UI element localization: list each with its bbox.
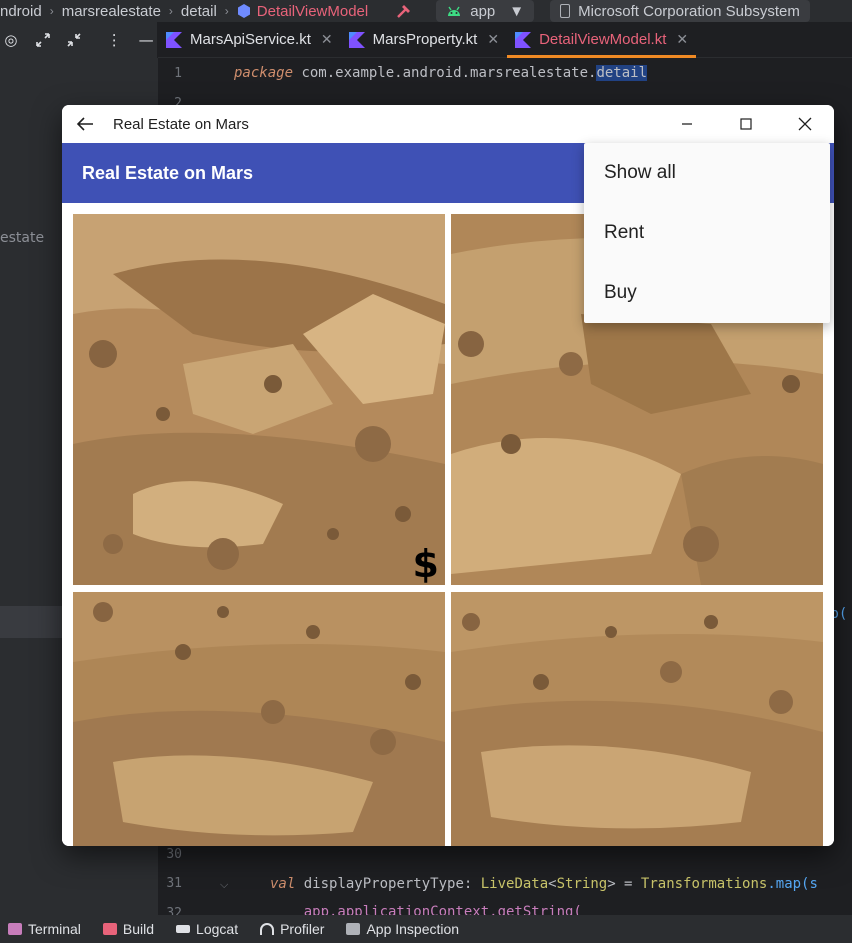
profiler-tool-tab[interactable]: Profiler bbox=[260, 921, 324, 937]
minimize-icon bbox=[681, 123, 692, 125]
maximize-button[interactable] bbox=[716, 105, 775, 143]
mars-terrain-image bbox=[73, 214, 445, 585]
menu-item-show-all[interactable]: Show all bbox=[584, 143, 830, 203]
kotlin-file-icon bbox=[515, 31, 532, 48]
property-tile[interactable] bbox=[451, 592, 823, 846]
back-arrow-icon[interactable] bbox=[62, 105, 108, 143]
tool-label: Build bbox=[122, 921, 155, 937]
device-selector[interactable]: Microsoft Corporation Subsystem bbox=[550, 0, 810, 22]
logcat-icon bbox=[176, 925, 191, 933]
tab-marsapiservice[interactable]: MarsApiService.kt ✕ bbox=[158, 22, 341, 58]
terminal-tool-tab[interactable]: Terminal bbox=[8, 921, 81, 937]
device-icon bbox=[560, 4, 571, 18]
minimize-panel-icon[interactable]: — bbox=[135, 29, 157, 51]
close-icon[interactable]: ✕ bbox=[676, 31, 688, 48]
collapse-icon[interactable] bbox=[64, 29, 86, 51]
tab-detailviewmodel[interactable]: DetailViewModel.kt ✕ bbox=[507, 21, 697, 58]
breadcrumb-marsrealestate[interactable]: marsrealestate bbox=[62, 3, 161, 20]
close-icon bbox=[798, 117, 811, 131]
mars-terrain-image bbox=[451, 592, 823, 846]
tool-label: App Inspection bbox=[366, 921, 460, 937]
tool-label: Profiler bbox=[280, 921, 325, 937]
terminal-icon bbox=[8, 923, 22, 935]
build-tool-tab[interactable]: Build bbox=[102, 921, 155, 937]
run-config-dropdown[interactable]: app ▼ bbox=[436, 0, 535, 22]
code-line-31: val displayPropertyType: LiveData<String… bbox=[270, 876, 818, 892]
window-controls bbox=[657, 105, 834, 143]
kotlin-file-icon bbox=[348, 31, 365, 48]
code-line-1: package com.example.android.marsrealesta… bbox=[234, 65, 648, 81]
ide-breadcrumb-bar: ndroid › marsrealestate › detail › Detai… bbox=[0, 0, 852, 22]
breadcrumb-label: DetailViewModel bbox=[256, 2, 369, 20]
android-icon bbox=[448, 6, 461, 16]
editor-tab-bar: ◎ ⋮ — MarsApiService.kt ✕ MarsProperty.k… bbox=[0, 21, 852, 58]
close-icon[interactable]: ✕ bbox=[487, 31, 499, 48]
property-tile[interactable] bbox=[73, 592, 445, 846]
kotlin-file-icon bbox=[166, 31, 182, 48]
breadcrumb-separator: › bbox=[49, 4, 54, 18]
build-hammer-icon[interactable] bbox=[394, 1, 414, 21]
build-icon bbox=[102, 923, 117, 935]
minimize-button[interactable] bbox=[657, 105, 716, 143]
chevron-down-icon: ▼ bbox=[509, 2, 525, 20]
mars-terrain-image bbox=[73, 592, 445, 846]
line-number: 1 bbox=[174, 66, 182, 81]
dollar-sign-icon: $ bbox=[412, 542, 439, 585]
property-tile[interactable]: $ bbox=[73, 214, 445, 585]
tool-label: Terminal bbox=[28, 921, 81, 937]
tab-marsproperty[interactable]: MarsProperty.kt ✕ bbox=[341, 22, 507, 58]
more-options-icon[interactable]: ⋮ bbox=[103, 29, 125, 51]
run-config-label: app bbox=[470, 2, 496, 20]
device-label: Microsoft Corporation Subsystem bbox=[578, 2, 800, 20]
emulator-window: Real Estate on Mars Real Estate on Mars bbox=[62, 105, 834, 846]
tab-label: MarsProperty.kt bbox=[372, 31, 478, 48]
app-inspection-icon bbox=[346, 923, 361, 935]
project-tool-strip: ◎ ⋮ — bbox=[0, 21, 158, 58]
maximize-icon bbox=[739, 118, 752, 130]
target-icon[interactable]: ◎ bbox=[0, 29, 22, 51]
line-number: 31 bbox=[166, 876, 182, 891]
line-number: 30 bbox=[166, 847, 182, 862]
kotlin-class-icon bbox=[237, 4, 250, 18]
menu-item-buy[interactable]: Buy bbox=[584, 263, 830, 323]
emulator-titlebar: Real Estate on Mars bbox=[62, 105, 834, 143]
logcat-tool-tab[interactable]: Logcat bbox=[176, 921, 238, 937]
menu-item-rent[interactable]: Rent bbox=[584, 203, 830, 263]
close-button[interactable] bbox=[775, 105, 834, 143]
app-bar-title: Real Estate on Mars bbox=[82, 163, 254, 183]
close-icon[interactable]: ✕ bbox=[321, 31, 333, 48]
filter-overflow-menu: Show all Rent Buy bbox=[584, 143, 830, 323]
breadcrumb-separator: › bbox=[168, 4, 173, 18]
tool-label: Logcat bbox=[196, 921, 239, 937]
profiler-icon bbox=[260, 923, 275, 935]
breadcrumb-detail[interactable]: detail bbox=[181, 3, 217, 20]
breadcrumb-separator: › bbox=[224, 4, 229, 18]
breadcrumb-android[interactable]: ndroid bbox=[0, 3, 42, 20]
app-inspection-tool-tab[interactable]: App Inspection bbox=[346, 921, 459, 937]
tab-label: DetailViewModel.kt bbox=[539, 31, 667, 48]
project-tree-item[interactable]: estate bbox=[0, 230, 44, 246]
expand-icon[interactable] bbox=[32, 29, 54, 51]
tab-label: MarsApiService.kt bbox=[190, 31, 311, 48]
window-title: Real Estate on Mars bbox=[113, 115, 249, 133]
project-tree-selected-row[interactable] bbox=[0, 606, 62, 638]
ide-tool-window-bar: Terminal Build Logcat Profiler App Inspe… bbox=[0, 915, 852, 943]
breadcrumb-detailviewmodel[interactable]: DetailViewModel bbox=[237, 3, 368, 20]
